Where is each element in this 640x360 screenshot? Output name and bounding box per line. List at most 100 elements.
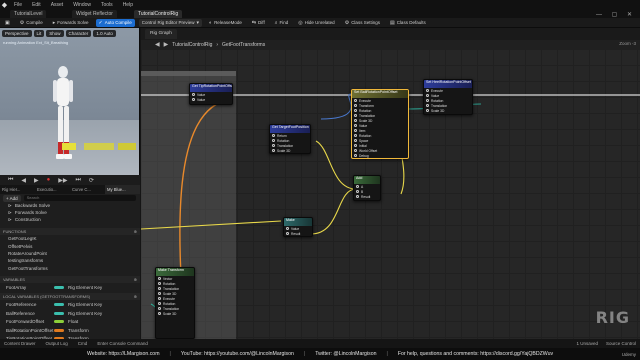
rig-watermark: RIG [595, 308, 630, 327]
content-drawer-button[interactable]: Content Drawer [4, 341, 36, 346]
tab-rig-hierarchy[interactable]: Rig Hier... [0, 185, 35, 194]
local-variable-row[interactable]: BallRotationPointOffset Transform [0, 326, 140, 335]
pin-icon [354, 124, 357, 127]
math-node[interactable]: Add A B Result [353, 175, 381, 201]
tab-tutorial-level[interactable]: TutorialLevel [10, 10, 47, 18]
pin-icon [354, 134, 357, 137]
node-pin[interactable]: Result [354, 194, 380, 199]
pin-label: Vector [163, 276, 173, 281]
footer-website: Website: https://LMargison.com [86, 351, 160, 357]
auto-compile-label: Auto Compile [104, 20, 132, 25]
perspective-button[interactable]: Perspective [2, 30, 32, 37]
functions-section-header[interactable]: FUNCTIONS ⊕ [0, 228, 140, 235]
tree-construction[interactable]: ⊳ Construction [0, 216, 140, 223]
set-variable-node[interactable]: Set HeelRotationPointOffset Execute Valu… [423, 79, 473, 115]
menu-window[interactable]: Window [68, 2, 96, 8]
check-icon: ✓ [98, 19, 103, 26]
source-control-button[interactable]: Source Control [606, 341, 636, 346]
unsaved-indicator[interactable]: 1 Unsaved [576, 341, 598, 346]
unreal-logo-icon[interactable]: ◆ [0, 0, 9, 9]
get-variable-node[interactable]: Get TipRotationPointOffset Value Value [189, 83, 233, 105]
release-mode-button[interactable]: ◐ ReleaseMode [206, 19, 245, 27]
window-controls[interactable]: — ▢ ✕ [596, 11, 636, 18]
skip-back-icon[interactable]: ⏮ [8, 177, 13, 184]
class-settings-button[interactable]: ⚙ Class Settings [342, 19, 383, 27]
tree-forwards-solve[interactable]: ⊳ Forwards Solve [0, 209, 140, 216]
lit-button[interactable]: Lit [33, 30, 45, 37]
step-back-icon[interactable]: ◀ [21, 177, 26, 184]
hide-unrelated-button[interactable]: ◎ Hide Unrelated [295, 19, 337, 27]
get-transform-node[interactable]: Get TargetFootPosition Return Rotation T… [269, 124, 311, 154]
tab-my-blueprint[interactable]: My Blue... [105, 185, 140, 194]
function-item[interactable]: testingtransforms [0, 257, 140, 264]
function-item[interactable]: GetFootTransforms [0, 265, 140, 272]
breadcrumb-current[interactable]: GetFootTransforms [222, 42, 265, 48]
node-pin[interactable]: Value [190, 97, 232, 102]
menu-tools[interactable]: Tools [96, 2, 118, 8]
preview-dropdown[interactable]: Control Rig Editor Preview ▾ [138, 18, 203, 27]
cmd-dropdown[interactable]: Cmd [78, 341, 88, 346]
make-transform-node[interactable]: Make Transform Vector Rotation Translati… [155, 267, 195, 339]
character-button[interactable]: Character [65, 30, 92, 37]
diff-button[interactable]: ⇆ Diff [249, 19, 268, 27]
compile-button[interactable]: ⚙ Compile [17, 19, 46, 27]
speed-button[interactable]: 1.0 Auto [93, 30, 116, 37]
rig-graph-canvas[interactable]: Get TipRotationPointOffset Value Value G… [141, 49, 640, 349]
output-log-button[interactable]: Output Log [46, 341, 68, 346]
find-button[interactable]: ⌕ Find [272, 19, 292, 27]
selected-set-node[interactable]: Set BallRotationPointOffset Execute Tran… [351, 89, 409, 159]
auto-compile-button[interactable]: ✓ Auto Compile [95, 18, 135, 27]
control-gizmo[interactable] [62, 141, 140, 153]
forwards-solve-button[interactable]: ▸ Forwards Solve [50, 19, 92, 27]
tab-rig-graph[interactable]: Rig Graph [145, 29, 177, 39]
local-variables-header[interactable]: LOCAL VARIABLES (GETFOOTTRANSFORMS) ⊕ [0, 293, 140, 301]
gear-icon: ⚙ [344, 19, 350, 26]
function-item[interactable]: GetFootLegIK [0, 235, 140, 242]
node-pin[interactable]: Scale 3D [156, 311, 194, 316]
forward-arrow-icon[interactable]: ▶ [164, 41, 169, 48]
function-item[interactable]: OffsetPelvis [0, 242, 140, 249]
add-button[interactable]: + Add [3, 194, 21, 202]
footer-discord: For help, questions and comments: https:… [397, 351, 554, 357]
local-variable-row[interactable]: FootForwardOffset Float [0, 317, 140, 326]
menu-help[interactable]: Help [118, 2, 138, 8]
local-variable-row[interactable]: FootReference Rig Element Key [0, 300, 140, 309]
menu-asset[interactable]: Asset [46, 2, 69, 8]
tab-execution-stack[interactable]: Executio... [35, 185, 70, 194]
back-arrow-icon[interactable]: ◀ [155, 41, 160, 48]
make-node[interactable]: Make Value Result [283, 217, 313, 237]
tab-tutorial-control-rig[interactable]: TutorialControlRig [134, 10, 183, 18]
variable-row[interactable]: FootArray Rig Element Key [0, 283, 140, 292]
pin-label: World Offset [359, 148, 378, 153]
local-variable-row[interactable]: BallReference Rig Element Key [0, 309, 140, 318]
variables-section-header[interactable]: VARIABLES ⊕ [0, 275, 140, 283]
node-pin[interactable]: Scale 3D [270, 148, 310, 153]
breadcrumb-root[interactable]: TutorialControlRig [172, 42, 212, 48]
function-item[interactable]: RotateAroundPoint [0, 250, 140, 257]
tree-backwards-solve[interactable]: ⊳ Backwards Solve [0, 202, 140, 209]
tab-curve-container[interactable]: Curve C... [70, 185, 105, 194]
add-variable-icon[interactable]: ⊕ [134, 277, 137, 282]
node-pin[interactable]: Debug [352, 153, 408, 158]
record-icon[interactable]: ● [47, 177, 51, 183]
node-pin[interactable]: Result [284, 231, 312, 236]
tab-widget-reflector[interactable]: Widget Reflector [72, 10, 117, 18]
add-local-icon[interactable]: ⊕ [134, 294, 137, 299]
skip-forward-icon[interactable]: ⏭ [76, 177, 81, 184]
menu-edit[interactable]: Edit [27, 2, 46, 8]
step-forward-icon[interactable]: ▶▶ [58, 177, 67, 184]
node-pin[interactable]: Scale 3D [424, 108, 472, 113]
class-defaults-button[interactable]: ▤ Class Defaults [387, 19, 429, 27]
class-settings-label: Class Settings [351, 20, 380, 25]
play-icon[interactable]: ▶ [34, 177, 39, 184]
viewport-overlay-text: running Animation Ext_Sit_Breathing [3, 40, 69, 45]
search-input[interactable]: Search [23, 195, 136, 201]
console-input[interactable]: Enter Console Command [97, 341, 148, 346]
show-button[interactable]: Show [46, 30, 64, 37]
loop-icon[interactable]: ⟳ [89, 177, 94, 184]
add-function-icon[interactable]: ⊕ [134, 229, 137, 234]
save-button[interactable]: ▣ [2, 19, 13, 27]
viewport[interactable]: Perspective Lit Show Character 1.0 Auto … [0, 28, 140, 175]
menu-file[interactable]: File [9, 2, 27, 8]
pin-icon [158, 312, 161, 315]
